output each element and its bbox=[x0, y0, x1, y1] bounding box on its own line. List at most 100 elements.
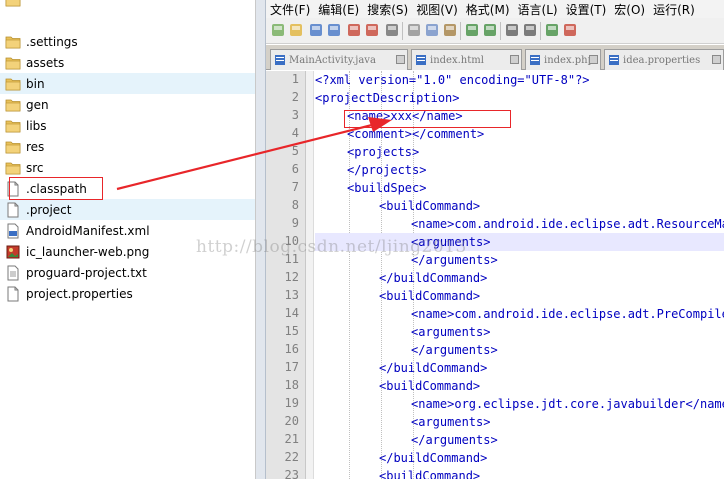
file-list-item[interactable]: libs bbox=[0, 115, 255, 136]
code-text: <buildSpec> bbox=[347, 181, 427, 195]
file-name: proguard-project.txt bbox=[26, 265, 147, 280]
file-list-item[interactable]: bin bbox=[0, 73, 255, 94]
folder-icon bbox=[5, 118, 21, 134]
file-list-item[interactable]: .project bbox=[0, 199, 255, 220]
copy-icon[interactable] bbox=[424, 22, 440, 38]
watermark: http://blog.csdn.net/ljing2013 bbox=[196, 237, 467, 257]
file-list-item[interactable]: .settings bbox=[0, 31, 255, 52]
code-line: </buildCommand> bbox=[315, 359, 724, 377]
cut-icon[interactable] bbox=[406, 22, 422, 38]
print-icon[interactable] bbox=[384, 22, 400, 38]
line-number: 23 bbox=[284, 468, 299, 479]
xml-file-icon bbox=[5, 223, 21, 239]
line-number: 7 bbox=[291, 180, 299, 194]
menu-item[interactable]: 宏(O) bbox=[610, 1, 649, 18]
toolbar-separator bbox=[500, 22, 501, 40]
close-icon[interactable] bbox=[346, 22, 362, 38]
folder-icon bbox=[5, 76, 21, 92]
code-text: <projectDescription> bbox=[315, 91, 460, 105]
code-line: <name>com.android.ide.eclipse.adt.Resour… bbox=[315, 215, 724, 233]
code-text: </buildCommand> bbox=[379, 271, 488, 285]
toolbar-separator bbox=[540, 22, 541, 40]
editor-tab[interactable]: idea.properties bbox=[604, 49, 724, 70]
menu-item[interactable]: 设置(T) bbox=[562, 1, 611, 18]
file-list-item-cropped bbox=[0, 0, 255, 10]
menu-item[interactable]: 编辑(E) bbox=[314, 1, 363, 18]
undo-icon[interactable] bbox=[464, 22, 480, 38]
file-name: AndroidManifest.xml bbox=[26, 223, 150, 238]
code-text: <buildCommand> bbox=[379, 469, 481, 479]
paste-icon[interactable] bbox=[442, 22, 458, 38]
toolbar-separator bbox=[402, 22, 403, 40]
code-line: <arguments> bbox=[315, 323, 724, 341]
file-name: .project bbox=[26, 202, 72, 217]
editor-tab[interactable]: MainActivity.java bbox=[270, 49, 408, 70]
code-area[interactable]: <?xml version="1.0" encoding="UTF-8"?> <p… bbox=[315, 71, 724, 479]
file-list-item[interactable]: proguard-project.txt bbox=[0, 262, 255, 283]
code-line: </arguments> bbox=[315, 341, 724, 359]
file-list-item[interactable]: res bbox=[0, 136, 255, 157]
menu-item[interactable]: 视图(V) bbox=[412, 1, 462, 18]
document-icon bbox=[415, 54, 427, 66]
file-name: .settings bbox=[26, 34, 78, 49]
menu-item[interactable]: 格式(M) bbox=[462, 1, 514, 18]
save-all-icon[interactable] bbox=[326, 22, 342, 38]
tab-close-icon[interactable] bbox=[712, 55, 721, 64]
redo-icon[interactable] bbox=[482, 22, 498, 38]
menu-item[interactable]: 文件(F) bbox=[266, 1, 314, 18]
menu-bar: 文件(F) 编辑(E) 搜索(S) 视图(V) 格式(M) 语言(L) 设置(T) 宏(O) 运… bbox=[266, 0, 724, 18]
file-name: project.properties bbox=[26, 286, 133, 301]
replace-icon[interactable] bbox=[522, 22, 538, 38]
code-line: <?xml version="1.0" encoding="UTF-8"?> bbox=[315, 71, 724, 89]
find-icon[interactable] bbox=[504, 22, 520, 38]
code-line: <buildCommand> bbox=[315, 467, 724, 479]
line-number: 19 bbox=[284, 396, 299, 410]
line-number: 14 bbox=[284, 306, 299, 320]
zoom-in-icon[interactable] bbox=[544, 22, 560, 38]
tab-label: index.php bbox=[544, 54, 595, 66]
code-text: </buildCommand> bbox=[379, 451, 488, 465]
folder-icon bbox=[5, 0, 21, 8]
file-list-item[interactable]: src bbox=[0, 157, 255, 178]
image-file-icon bbox=[5, 244, 21, 260]
close-all-icon[interactable] bbox=[364, 22, 380, 38]
code-line: </buildCommand> bbox=[315, 269, 724, 287]
toolbar-separator bbox=[460, 22, 461, 40]
code-text: <arguments> bbox=[411, 325, 491, 339]
file-list-item[interactable]: gen bbox=[0, 94, 255, 115]
code-text: </projects> bbox=[347, 163, 427, 177]
code-text: <buildCommand> bbox=[379, 199, 481, 213]
new-file-icon[interactable] bbox=[270, 22, 286, 38]
folder-icon bbox=[5, 34, 21, 50]
folder-icon bbox=[5, 97, 21, 113]
code-text: </buildCommand> bbox=[379, 361, 488, 375]
fold-margin bbox=[306, 71, 314, 479]
code-line: <buildCommand> bbox=[315, 377, 724, 395]
line-number: 3 bbox=[291, 108, 299, 122]
tab-label: idea.properties bbox=[623, 54, 701, 66]
line-number: 13 bbox=[284, 288, 299, 302]
code-text: <?xml version="1.0" encoding="UTF-8"?> bbox=[315, 73, 590, 87]
code-line: </arguments> bbox=[315, 431, 724, 449]
editor-tab[interactable]: index.html bbox=[411, 49, 522, 70]
file-list-item[interactable]: project.properties bbox=[0, 283, 255, 304]
line-number: 1 bbox=[291, 72, 299, 86]
tab-close-icon[interactable] bbox=[396, 55, 405, 64]
menu-item[interactable]: 语言(L) bbox=[514, 1, 562, 18]
menu-item[interactable]: 运行(R) bbox=[649, 1, 699, 18]
file-name: libs bbox=[26, 118, 47, 133]
tab-close-icon[interactable] bbox=[589, 55, 598, 64]
folder-icon bbox=[5, 55, 21, 71]
menu-item[interactable]: 搜索(S) bbox=[363, 1, 412, 18]
code-text: <buildCommand> bbox=[379, 289, 481, 303]
file-list-item[interactable]: assets bbox=[0, 52, 255, 73]
save-icon[interactable] bbox=[308, 22, 324, 38]
editor-tab[interactable]: index.php bbox=[525, 49, 601, 70]
text-file-icon bbox=[5, 265, 21, 281]
zoom-out-icon[interactable] bbox=[562, 22, 578, 38]
open-file-icon[interactable] bbox=[288, 22, 304, 38]
code-line: <name>com.android.ide.eclipse.adt.PreCom… bbox=[315, 305, 724, 323]
line-number: 15 bbox=[284, 324, 299, 338]
tab-close-icon[interactable] bbox=[510, 55, 519, 64]
code-line: </buildCommand> bbox=[315, 449, 724, 467]
